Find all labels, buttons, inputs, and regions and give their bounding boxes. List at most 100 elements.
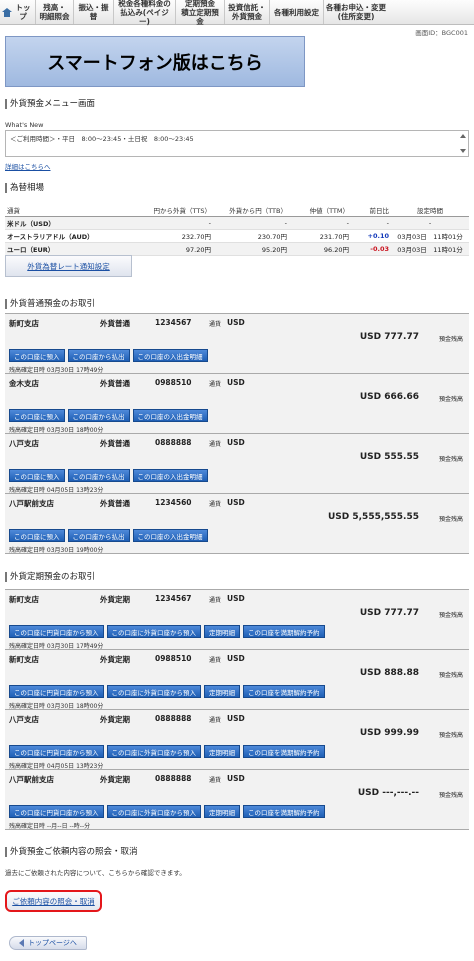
deposit-button[interactable]: この口座に預入: [9, 529, 65, 542]
account-number: 1234567: [155, 594, 192, 603]
deposit-button[interactable]: この口座に預入: [9, 469, 65, 482]
detail-link[interactable]: 詳細はこちらへ: [5, 161, 51, 171]
rate-row: 米ドル（USD） - - - - -: [5, 216, 469, 230]
nav-investment[interactable]: 投資信託・ 外貨預金: [225, 0, 270, 24]
deposit-from-foreign-button[interactable]: この口座に外貨口座から預入: [106, 745, 201, 758]
rate-time: 03月03日 11時01分: [391, 242, 469, 256]
account-balance: USD 777.77: [359, 332, 419, 342]
currency-label: 通貨: [209, 441, 222, 448]
currency-label: 通貨: [209, 381, 222, 388]
account-actions: この口座に預入 この口座から払出 この口座の入出金明細: [9, 349, 208, 362]
balance-label: 預金残高: [438, 336, 463, 343]
rate-currency: 米ドル（USD）: [5, 216, 125, 230]
rate-header: 設定時間: [391, 204, 469, 217]
deposit-from-yen-button[interactable]: この口座に円貨口座から預入: [9, 745, 104, 758]
rate-tts: 97.20円: [125, 242, 213, 256]
currency-label: 通貨: [209, 777, 222, 784]
rate-tts: 232.70円: [125, 229, 213, 243]
scroll-up-icon[interactable]: [460, 134, 466, 138]
currency-label: 通貨: [209, 597, 222, 604]
account-type: 外貨普通: [100, 319, 130, 328]
balance-date: 残高確定日時 03月30日 17時49分: [9, 367, 104, 374]
account-currency: USD: [227, 654, 245, 663]
nav-time-deposit[interactable]: 定期預金 積立定期預金: [176, 0, 225, 26]
statement-button[interactable]: この口座の入出金明細: [132, 529, 208, 542]
rate-ttm: 96.20円: [289, 242, 351, 256]
withdraw-button[interactable]: この口座から払出: [67, 469, 130, 482]
rate-row: オーストラリアドル（AUD） 232.70円 230.70円 231.70円 +…: [5, 229, 469, 243]
account-branch: 八戸駅前支店: [9, 775, 54, 784]
maturity-cancel-button[interactable]: この口座を満期解約予約: [243, 745, 325, 758]
rate-notify-button[interactable]: 外貨為替レート通知設定: [5, 255, 132, 277]
balance-label: 預金残高: [438, 792, 463, 799]
deposit-button[interactable]: この口座に預入: [9, 349, 65, 362]
deposit-from-foreign-button[interactable]: この口座に外貨口座から預入: [106, 625, 201, 638]
rate-ttb: -: [213, 216, 289, 230]
balance-label: 預金残高: [438, 516, 463, 523]
rate-time: -: [391, 216, 469, 230]
account-actions: この口座に円貨口座から預入 この口座に外貨口座から預入 定期明細 この口座を満期…: [9, 685, 325, 698]
nav-pay-easy[interactable]: 税金各種料金の 払込み(ペイジー): [114, 0, 176, 26]
time-deposit-account: 新町支店 外貨定期 0988510 通貨 USD USD 888.88 預金残高…: [5, 650, 469, 710]
withdraw-button[interactable]: この口座から払出: [67, 349, 130, 362]
rate-header: 前日比: [351, 204, 391, 217]
account-actions: この口座に円貨口座から預入 この口座に外貨口座から預入 定期明細 この口座を満期…: [9, 625, 325, 638]
account-currency: USD: [227, 318, 245, 327]
statement-button[interactable]: この口座の入出金明細: [132, 349, 208, 362]
deposit-from-foreign-button[interactable]: この口座に外貨口座から預入: [106, 805, 201, 818]
arrow-left-icon: [19, 939, 25, 947]
deposit-button[interactable]: この口座に預入: [9, 409, 65, 422]
rate-currency: ユーロ（EUR）: [5, 242, 125, 256]
balance-date: 残高確定日時 03月30日 17時49分: [9, 643, 104, 650]
time-deposit-account-list: 新町支店 外貨定期 1234567 通貨 USD USD 777.77 預金残高…: [5, 589, 469, 830]
nav-applications[interactable]: 各種お申込・変更 (住所変更): [324, 0, 388, 24]
deposit-from-yen-button[interactable]: この口座に円貨口座から預入: [9, 685, 104, 698]
smartphone-banner[interactable]: スマートフォン版はこちら: [5, 36, 305, 87]
rate-header-row: 通貨 円から外貨（TTS） 外貨から円（TTB） 仲値（TTM） 前日比 設定時…: [5, 204, 469, 217]
account-number: 1234560: [155, 498, 192, 507]
statement-button[interactable]: この口座の入出金明細: [132, 409, 208, 422]
inquiry-button[interactable]: ご依頼内容の照会・取消: [5, 890, 102, 912]
rate-header: 円から外貨（TTS）: [125, 204, 213, 217]
time-deposit-detail-button[interactable]: 定期明細: [204, 685, 240, 698]
maturity-cancel-button[interactable]: この口座を満期解約予約: [243, 625, 325, 638]
account-branch: 八戸支店: [9, 439, 39, 448]
rates-title: 為替相場: [5, 183, 44, 193]
nav-settings[interactable]: 各種利用設定: [270, 0, 324, 24]
whats-new-box[interactable]: ＜ご利用時間＞・平日 8:00〜23:45・土日祝 8:00〜23:45: [5, 130, 469, 157]
balance-label: 預金残高: [438, 456, 463, 463]
screen-id: 画面ID：BGC001: [415, 29, 468, 37]
account-actions: この口座に預入 この口座から払出 この口座の入出金明細: [9, 529, 208, 542]
currency-label: 通貨: [209, 657, 222, 664]
nav-top[interactable]: トップ: [0, 0, 36, 24]
account-balance: USD 5,555,555.55: [327, 512, 419, 522]
rate-row: ユーロ（EUR） 97.20円 95.20円 96.20円 -0.03 03月0…: [5, 242, 469, 256]
account-type: 外貨普通: [100, 499, 130, 508]
balance-date: 残高確定日時 04月05日 13時23分: [9, 763, 104, 770]
time-deposit-detail-button[interactable]: 定期明細: [204, 625, 240, 638]
ordinary-account: 八戸駅前支店 外貨普通 1234560 通貨 USD USD 5,555,555…: [5, 494, 469, 554]
top-page-button[interactable]: トップページへ: [9, 936, 87, 950]
deposit-from-yen-button[interactable]: この口座に円貨口座から預入: [9, 625, 104, 638]
nav-transfer[interactable]: 振込・振替: [74, 0, 114, 24]
deposit-from-foreign-button[interactable]: この口座に外貨口座から預入: [106, 685, 201, 698]
maturity-cancel-button[interactable]: この口座を満期解約予約: [243, 805, 325, 818]
maturity-cancel-button[interactable]: この口座を満期解約予約: [243, 685, 325, 698]
balance-date: 残高確定日時 --月--日 --時--分: [9, 823, 91, 830]
rate-ttm: -: [289, 216, 351, 230]
account-branch: 新町支店: [9, 655, 39, 664]
currency-label: 通貨: [209, 717, 222, 724]
account-number: 0888888: [155, 438, 192, 447]
time-deposit-detail-button[interactable]: 定期明細: [204, 745, 240, 758]
home-icon: [2, 7, 12, 17]
account-type: 外貨定期: [100, 775, 130, 784]
withdraw-button[interactable]: この口座から払出: [67, 409, 130, 422]
statement-button[interactable]: この口座の入出金明細: [132, 469, 208, 482]
time-deposit-detail-button[interactable]: 定期明細: [204, 805, 240, 818]
scroll-down-icon[interactable]: [460, 149, 466, 153]
nav-balance[interactable]: 残高・ 明細照会: [36, 0, 74, 24]
deposit-from-yen-button[interactable]: この口座に円貨口座から預入: [9, 805, 104, 818]
balance-date: 残高確定日時 04月05日 13時23分: [9, 487, 104, 494]
withdraw-button[interactable]: この口座から払出: [67, 529, 130, 542]
account-number: 0988510: [155, 378, 192, 387]
